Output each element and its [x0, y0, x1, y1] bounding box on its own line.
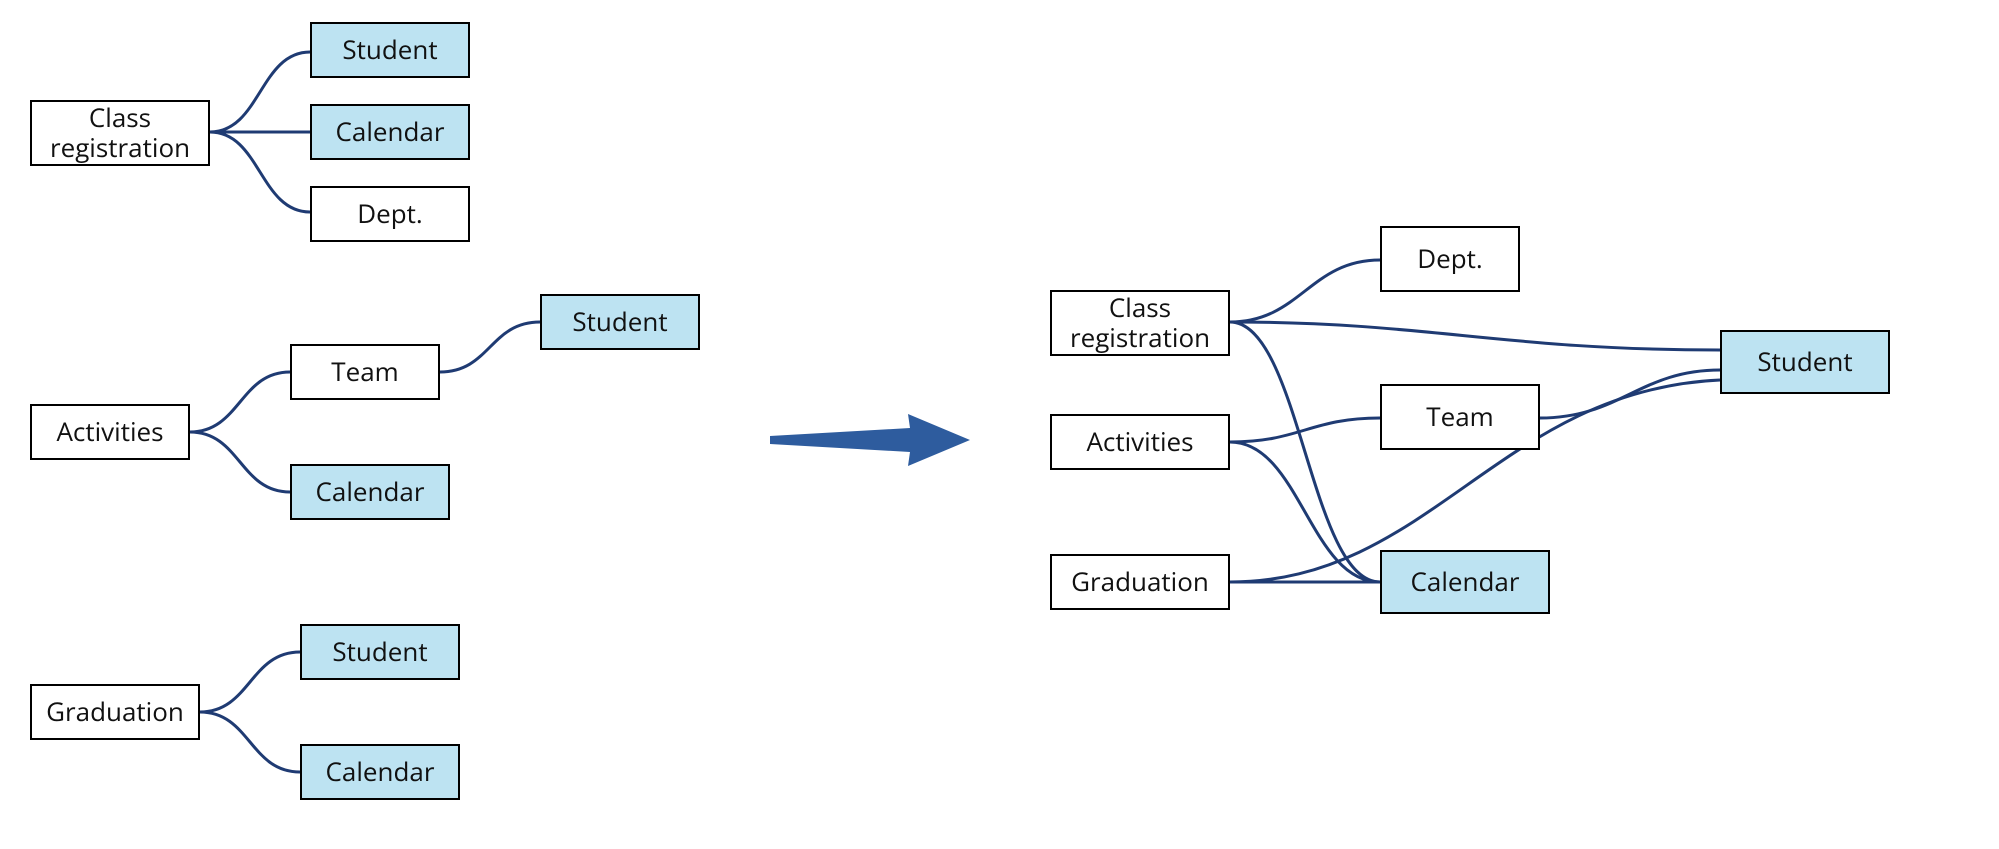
transform-arrow-icon [770, 400, 970, 480]
node-activities-right: Activities [1050, 414, 1230, 470]
node-calendar-left-2: Calendar [290, 464, 450, 520]
node-student-right: Student [1720, 330, 1890, 394]
node-student-left-2: Student [540, 294, 700, 350]
node-student-left-3: Student [300, 624, 460, 680]
connectors-left [0, 0, 1999, 849]
node-calendar-right: Calendar [1380, 550, 1550, 614]
connectors-right [0, 0, 1999, 849]
node-calendar-left-3: Calendar [300, 744, 460, 800]
node-graduation-right: Graduation [1050, 554, 1230, 610]
node-team-left: Team [290, 344, 440, 400]
node-calendar-left-1: Calendar [310, 104, 470, 160]
node-dept-left: Dept. [310, 186, 470, 242]
node-team-right: Team [1380, 384, 1540, 450]
node-graduation-left: Graduation [30, 684, 200, 740]
node-activities-left: Activities [30, 404, 190, 460]
node-dept-right: Dept. [1380, 226, 1520, 292]
node-student-left-1: Student [310, 22, 470, 78]
node-class-registration-left: Class registration [30, 100, 210, 166]
node-class-registration-right: Class registration [1050, 290, 1230, 356]
diagram-canvas: Class registration Student Calendar Dept… [0, 0, 1999, 849]
